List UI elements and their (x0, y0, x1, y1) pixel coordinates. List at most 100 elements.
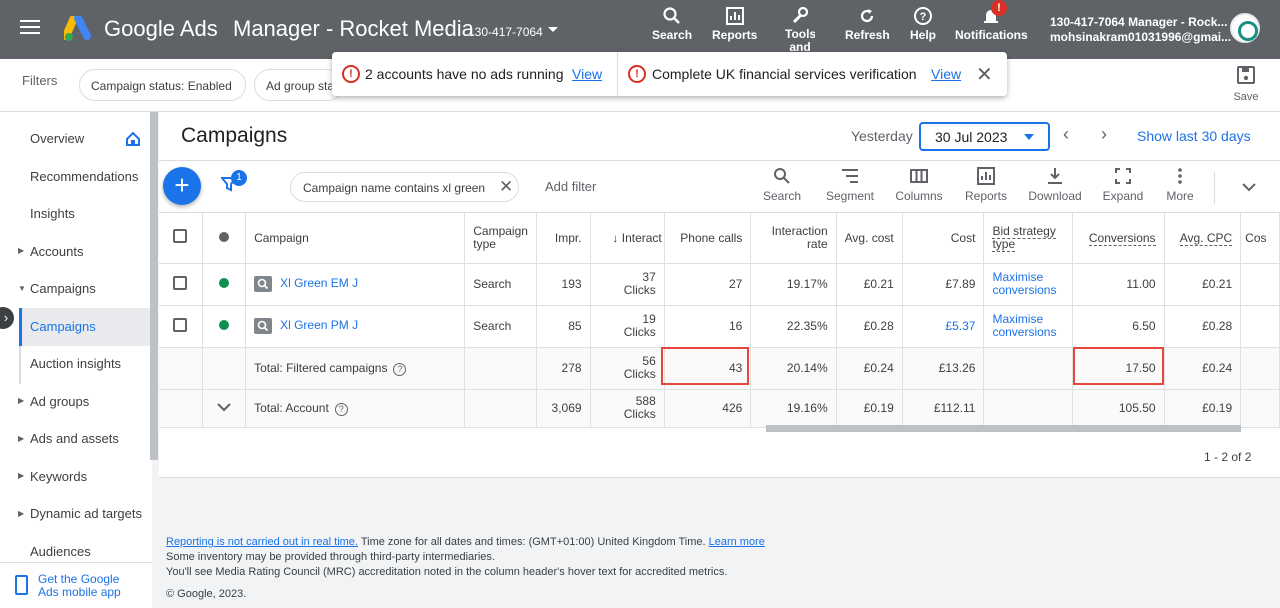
campaign-name-link[interactable]: Xl Green PM J (280, 318, 358, 332)
col-header-avg-cpc[interactable]: Avg. CPC (1164, 213, 1242, 264)
add-campaign-button[interactable]: + (163, 167, 201, 205)
filter-chip-campaign-status[interactable]: Campaign status: Enabled (79, 69, 246, 101)
sidebar-item-accounts[interactable]: Accounts (30, 244, 83, 259)
total-conversions-cell: 105.50 (1072, 389, 1165, 428)
status-enabled-icon[interactable] (218, 320, 229, 330)
interaction-rate-cell: 22.35% (750, 305, 837, 348)
account-id[interactable]: 130-417-7064 (468, 25, 543, 39)
sidebar-item-keywords[interactable]: Keywords (30, 469, 87, 484)
filter-chip-ad-group-status[interactable]: Ad group status (254, 69, 344, 101)
sidebar-item-auction-insights[interactable]: Auction insights (30, 356, 121, 371)
total-impr-cell: 278 (536, 347, 591, 390)
expand-total-cell (202, 389, 247, 428)
date-range-select[interactable]: 30 Jul 2023 (919, 122, 1050, 151)
total-interactions-cell: 56 Clicks (590, 347, 665, 390)
col-header-interactions[interactable]: ↓ Interact (590, 213, 665, 264)
top-search-button[interactable]: Search (652, 6, 692, 42)
row-checkbox[interactable] (173, 275, 188, 290)
sidebar-item-ad-groups[interactable]: Ad groups (30, 394, 89, 409)
chevron-right-icon[interactable]: ▶ (18, 396, 24, 405)
collapse-sidebar-icon[interactable]: › (0, 307, 14, 329)
interactions-cell: 19 Clicks (590, 305, 665, 348)
col-header-interaction-rate-line2: rate (806, 236, 828, 251)
horizontal-scrollbar[interactable] (766, 425, 1241, 432)
avatar[interactable] (1230, 13, 1260, 43)
save-button[interactable]: Save (1226, 65, 1266, 103)
top-help-button[interactable]: ? Help (910, 6, 936, 42)
top-search-label: Search (652, 28, 693, 42)
status-enabled-icon[interactable] (218, 278, 229, 288)
sidebar-item-audiences[interactable]: Audiences (30, 544, 91, 559)
campaign-name-filter-chip[interactable]: Campaign name contains xl green ✕ (290, 172, 519, 202)
help-icon[interactable]: ? (334, 402, 348, 416)
top-help-label: Help (910, 28, 937, 42)
campaign-name-link[interactable]: Xl Green EM J (280, 276, 358, 290)
bid-strategy-cell[interactable]: Maximise conversions (983, 305, 1074, 348)
remove-filter-icon[interactable]: ✕ (499, 177, 513, 197)
help-icon[interactable]: ? (393, 362, 407, 376)
col-header-impr[interactable]: Impr. (536, 213, 591, 264)
sidebar-item-overview[interactable]: Overview (30, 131, 84, 146)
learn-more-link[interactable]: Learn more (709, 536, 765, 548)
menu-icon[interactable] (20, 20, 40, 34)
chevron-down-icon[interactable]: ▼ (18, 284, 26, 293)
show-last-30-days-link[interactable]: Show last 30 days (1137, 128, 1251, 144)
total-empty-cell (202, 347, 247, 390)
sidebar-item-campaigns-group[interactable]: Campaigns (30, 281, 96, 296)
top-reports-button[interactable]: Reports (712, 6, 757, 42)
close-icon[interactable]: ✕ (976, 62, 993, 87)
segment-icon (842, 169, 858, 183)
table-search-button[interactable]: Search (762, 167, 802, 203)
columns-label: Columns (895, 189, 943, 203)
reports-button[interactable]: Reports (963, 167, 1009, 203)
next-date-icon[interactable]: › (1101, 124, 1107, 145)
col-header-campaign-type[interactable]: Campaign type (464, 213, 537, 264)
reporting-link[interactable]: Reporting is not carried out in real tim… (166, 536, 358, 548)
expand-button[interactable]: Expand (1101, 167, 1145, 203)
alert-verification-view-link[interactable]: View (931, 66, 961, 82)
user-email: mohsinakram01031996@gmai... (1050, 30, 1232, 44)
add-filter-button[interactable]: Add filter (545, 179, 596, 194)
chevron-right-icon[interactable]: ▶ (18, 246, 24, 255)
chevron-down-icon[interactable] (1241, 179, 1257, 195)
account-dropdown-icon[interactable] (548, 27, 558, 32)
col-header-cost[interactable]: Cost (902, 213, 985, 264)
table-search-label: Search (762, 189, 802, 203)
col-header-campaign[interactable]: Campaign (245, 213, 466, 264)
account-title[interactable]: Manager - Rocket Media (233, 16, 474, 42)
sidebar-scrollbar[interactable] (150, 112, 158, 460)
impr-cell: 85 (536, 305, 591, 348)
col-header-avg-cost[interactable]: Avg. cost (836, 213, 903, 264)
col-header-phone-calls[interactable]: Phone calls (664, 213, 752, 264)
col-header-cost-more[interactable]: Cos (1240, 213, 1280, 264)
download-button[interactable]: Download (1027, 167, 1083, 203)
col-header-bid-strategy-type[interactable]: Bid strategy type (983, 213, 1074, 264)
columns-button[interactable]: Columns (894, 167, 944, 203)
top-refresh-button[interactable]: Refresh (845, 6, 890, 42)
sidebar-item-ads-and-assets[interactable]: Ads and assets (30, 431, 119, 446)
col-header-conversions[interactable]: Conversions (1072, 213, 1165, 264)
row-checkbox[interactable] (173, 317, 188, 332)
chevron-right-icon[interactable]: ▶ (18, 509, 24, 518)
chevron-right-icon[interactable]: ▶ (18, 434, 24, 443)
expand-label: Expand (1102, 189, 1144, 203)
refresh-icon (861, 9, 874, 23)
mobile-app-promo[interactable]: Get the Google Ads mobile app (0, 562, 152, 608)
segment-button[interactable]: Segment (823, 167, 877, 203)
col-header-interaction-rate[interactable]: Interaction rate (750, 213, 837, 264)
previous-date-icon[interactable]: ‹ (1063, 124, 1069, 145)
sidebar-item-insights[interactable]: Insights (30, 206, 75, 221)
sidebar-item-campaigns[interactable]: Campaigns (30, 319, 96, 334)
cost-cell[interactable]: £5.37 (902, 305, 985, 348)
alert-no-ads-view-link[interactable]: View (572, 66, 602, 82)
select-all-checkbox[interactable] (173, 229, 188, 244)
chevron-right-icon[interactable]: ▶ (18, 471, 24, 480)
interactions-cell: 37 Clicks (590, 263, 665, 306)
sidebar-item-recommendations[interactable]: Recommendations (30, 169, 138, 184)
more-button[interactable]: More (1164, 167, 1196, 203)
user-account-info[interactable]: 130-417-7064 Manager - Rock... mohsinakr… (1050, 15, 1231, 45)
chevron-down-icon[interactable] (217, 402, 231, 412)
status-filter-icon[interactable] (218, 231, 229, 242)
sidebar-item-dynamic-ad-targets[interactable]: Dynamic ad targets (30, 506, 142, 521)
bid-strategy-cell[interactable]: Maximise conversions (983, 263, 1074, 306)
